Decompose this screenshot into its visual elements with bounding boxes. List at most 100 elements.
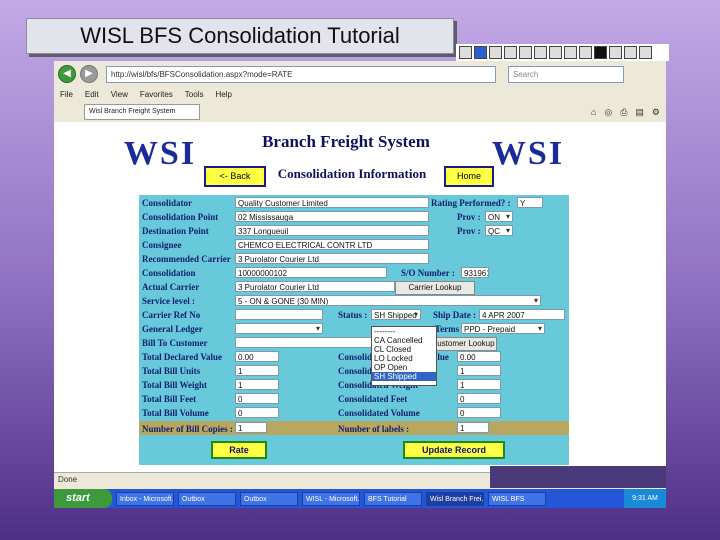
tools-menu-icon[interactable]: ⚙ <box>652 107 660 118</box>
menu-help[interactable]: Help <box>215 90 231 99</box>
consolidation-point-field[interactable]: 02 Mississauga <box>235 211 429 222</box>
number-of-labels-field[interactable]: 1 <box>457 422 489 433</box>
consolidated-declared-value-field[interactable]: 0.00 <box>457 351 501 362</box>
status-option[interactable]: OP Open <box>372 363 436 372</box>
start-button[interactable]: start <box>54 489 112 508</box>
consolidator-field[interactable]: Quality Customer Limited <box>235 197 429 208</box>
taskbar: start Inbox - Microsoft... Outbox Outbox… <box>54 489 666 508</box>
total-bill-units-field[interactable]: 1 <box>235 365 279 376</box>
feeds-icon[interactable]: ◎ <box>604 107 612 118</box>
home-icon[interactable]: ⌂ <box>591 107 596 118</box>
menu-file[interactable]: File <box>60 90 73 99</box>
toolbar-icon[interactable] <box>594 46 607 59</box>
consolidated-weight-field[interactable]: 1 <box>457 379 501 390</box>
menu-edit[interactable]: Edit <box>85 90 99 99</box>
toolbar-icon[interactable] <box>519 46 532 59</box>
consolidated-volume-field[interactable]: 0 <box>457 407 501 418</box>
consolidated-feet-field[interactable]: 0 <box>457 393 501 404</box>
toolbar-icon[interactable] <box>549 46 562 59</box>
update-record-button[interactable]: Update Record <box>403 441 505 459</box>
browser-tab[interactable]: Wisl Branch Freight System <box>84 104 200 120</box>
total-bill-weight-field[interactable]: 1 <box>235 379 279 390</box>
total-bill-feet-label: Total Bill Feet <box>142 394 197 404</box>
search-input[interactable]: Search <box>508 65 624 83</box>
carrier-lookup-button[interactable]: Carrier Lookup <box>395 281 475 295</box>
actual-carrier-label: Actual Carrier <box>142 282 200 292</box>
toolbar-icon[interactable] <box>504 46 517 59</box>
total-declared-value-field[interactable]: 0.00 <box>235 351 279 362</box>
page-subtitle: Consolidation Information <box>277 166 427 181</box>
toolbar-icon[interactable] <box>459 46 472 59</box>
recommended-carrier-field[interactable]: 3 Purolator Courier Ltd <box>235 253 429 264</box>
menu-tools[interactable]: Tools <box>185 90 204 99</box>
customer-lookup-button[interactable]: Customer Lookup <box>429 337 497 351</box>
destination-point-field[interactable]: 337 Longueuil <box>235 225 429 236</box>
address-bar[interactable]: http://wisl/bfs/BFSConsolidation.aspx?mo… <box>106 65 496 83</box>
home-button[interactable]: Home <box>444 166 494 187</box>
consolidated-volume-label: Consolidated Volume <box>338 408 420 418</box>
taskbar-item[interactable]: Outbox <box>178 491 236 506</box>
general-ledger-select[interactable] <box>235 323 323 334</box>
tab-tools: ⌂ ◎ ⎙ ▤ ⚙ <box>591 107 660 118</box>
status-option[interactable]: -------- <box>372 327 436 336</box>
bill-to-customer-label: Bill To Customer <box>142 338 208 348</box>
toolbar-icon[interactable] <box>609 46 622 59</box>
forward-arrow-icon[interactable]: ▶ <box>80 65 98 83</box>
status-option[interactable]: LO Locked <box>372 354 436 363</box>
taskbar-item[interactable]: Inbox - Microsoft... <box>116 491 174 506</box>
prov-from-select[interactable]: ON <box>485 211 513 222</box>
address-row: ◀ ▶ http://wisl/bfs/BFSConsolidation.asp… <box>54 63 666 85</box>
status-option[interactable]: CL Closed <box>372 345 436 354</box>
prov-to-select[interactable]: QC <box>485 225 513 236</box>
desktop-toolbar-strip <box>456 44 669 61</box>
toolbar-icon[interactable] <box>534 46 547 59</box>
toolbar-icon[interactable] <box>624 46 637 59</box>
number-of-bill-copies-field[interactable]: 1 <box>235 422 267 433</box>
toolbar-icon[interactable] <box>474 46 487 59</box>
total-bill-volume-field[interactable]: 0 <box>235 407 279 418</box>
status-option[interactable]: CA Cancelled <box>372 336 436 345</box>
back-button[interactable]: <- Back <box>204 166 266 187</box>
total-bill-weight-label: Total Bill Weight <box>142 380 208 390</box>
toolbar-icon[interactable] <box>489 46 502 59</box>
wsi-logo-right: WSI <box>491 135 565 172</box>
consolidation-field[interactable]: 10000000102 <box>235 267 387 278</box>
taskbar-item[interactable]: BFS Tutorial <box>364 491 422 506</box>
consignee-field[interactable]: CHEMCO ELECTRICAL CONTR LTD <box>235 239 429 250</box>
ship-date-field[interactable]: 4 APR 2007 <box>479 309 565 320</box>
toolbar-icon[interactable] <box>564 46 577 59</box>
menu-bar: File Edit View Favorites Tools Help <box>54 86 666 102</box>
rate-button[interactable]: Rate <box>211 441 267 459</box>
system-tray-clock: 9:31 AM <box>624 489 666 508</box>
taskbar-item[interactable]: Outbox <box>240 491 298 506</box>
web-page: WSI WSI Branch Freight System <- Back Co… <box>54 122 666 472</box>
so-number-field[interactable]: 931961 <box>461 267 489 278</box>
status-dropdown-list: -------- CA Cancelled CL Closed LO Locke… <box>371 326 437 386</box>
service-level-select[interactable]: 5 - ON & GONE (30 MIN) <box>235 295 541 306</box>
menu-view[interactable]: View <box>111 90 128 99</box>
consignee-label: Consignee <box>142 240 182 250</box>
consolidated-units-field[interactable]: 1 <box>457 365 501 376</box>
terms-label: Terms : <box>435 324 465 334</box>
back-arrow-icon[interactable]: ◀ <box>58 65 76 83</box>
prov-to-label: Prov : <box>457 226 481 236</box>
app-title: Branch Freight System <box>262 132 430 151</box>
number-of-bill-copies-label: Number of Bill Copies : <box>142 424 233 434</box>
page-menu-icon[interactable]: ▤ <box>635 107 644 118</box>
status-select[interactable]: SH Shipped <box>371 309 421 320</box>
destination-point-label: Destination Point <box>142 226 209 236</box>
slide-title: WISL BFS Consolidation Tutorial <box>26 18 454 54</box>
taskbar-item-active[interactable]: Wisl Branch Frei... <box>426 491 484 506</box>
menu-favorites[interactable]: Favorites <box>140 90 173 99</box>
toolbar-icon[interactable] <box>639 46 652 59</box>
terms-select[interactable]: PPD - Prepaid <box>461 323 545 334</box>
toolbar-icon[interactable] <box>579 46 592 59</box>
rating-performed-field[interactable]: Y <box>517 197 543 208</box>
taskbar-item[interactable]: WISL BFS <box>488 491 546 506</box>
taskbar-item[interactable]: WISL - Microsoft... <box>302 491 360 506</box>
print-icon[interactable]: ⎙ <box>620 107 627 118</box>
actual-carrier-field[interactable]: 3 Purolator Courier Ltd <box>235 281 395 292</box>
total-bill-feet-field[interactable]: 0 <box>235 393 279 404</box>
status-option-selected[interactable]: SH Shipped <box>372 372 436 381</box>
carrier-ref-no-field[interactable] <box>235 309 323 320</box>
